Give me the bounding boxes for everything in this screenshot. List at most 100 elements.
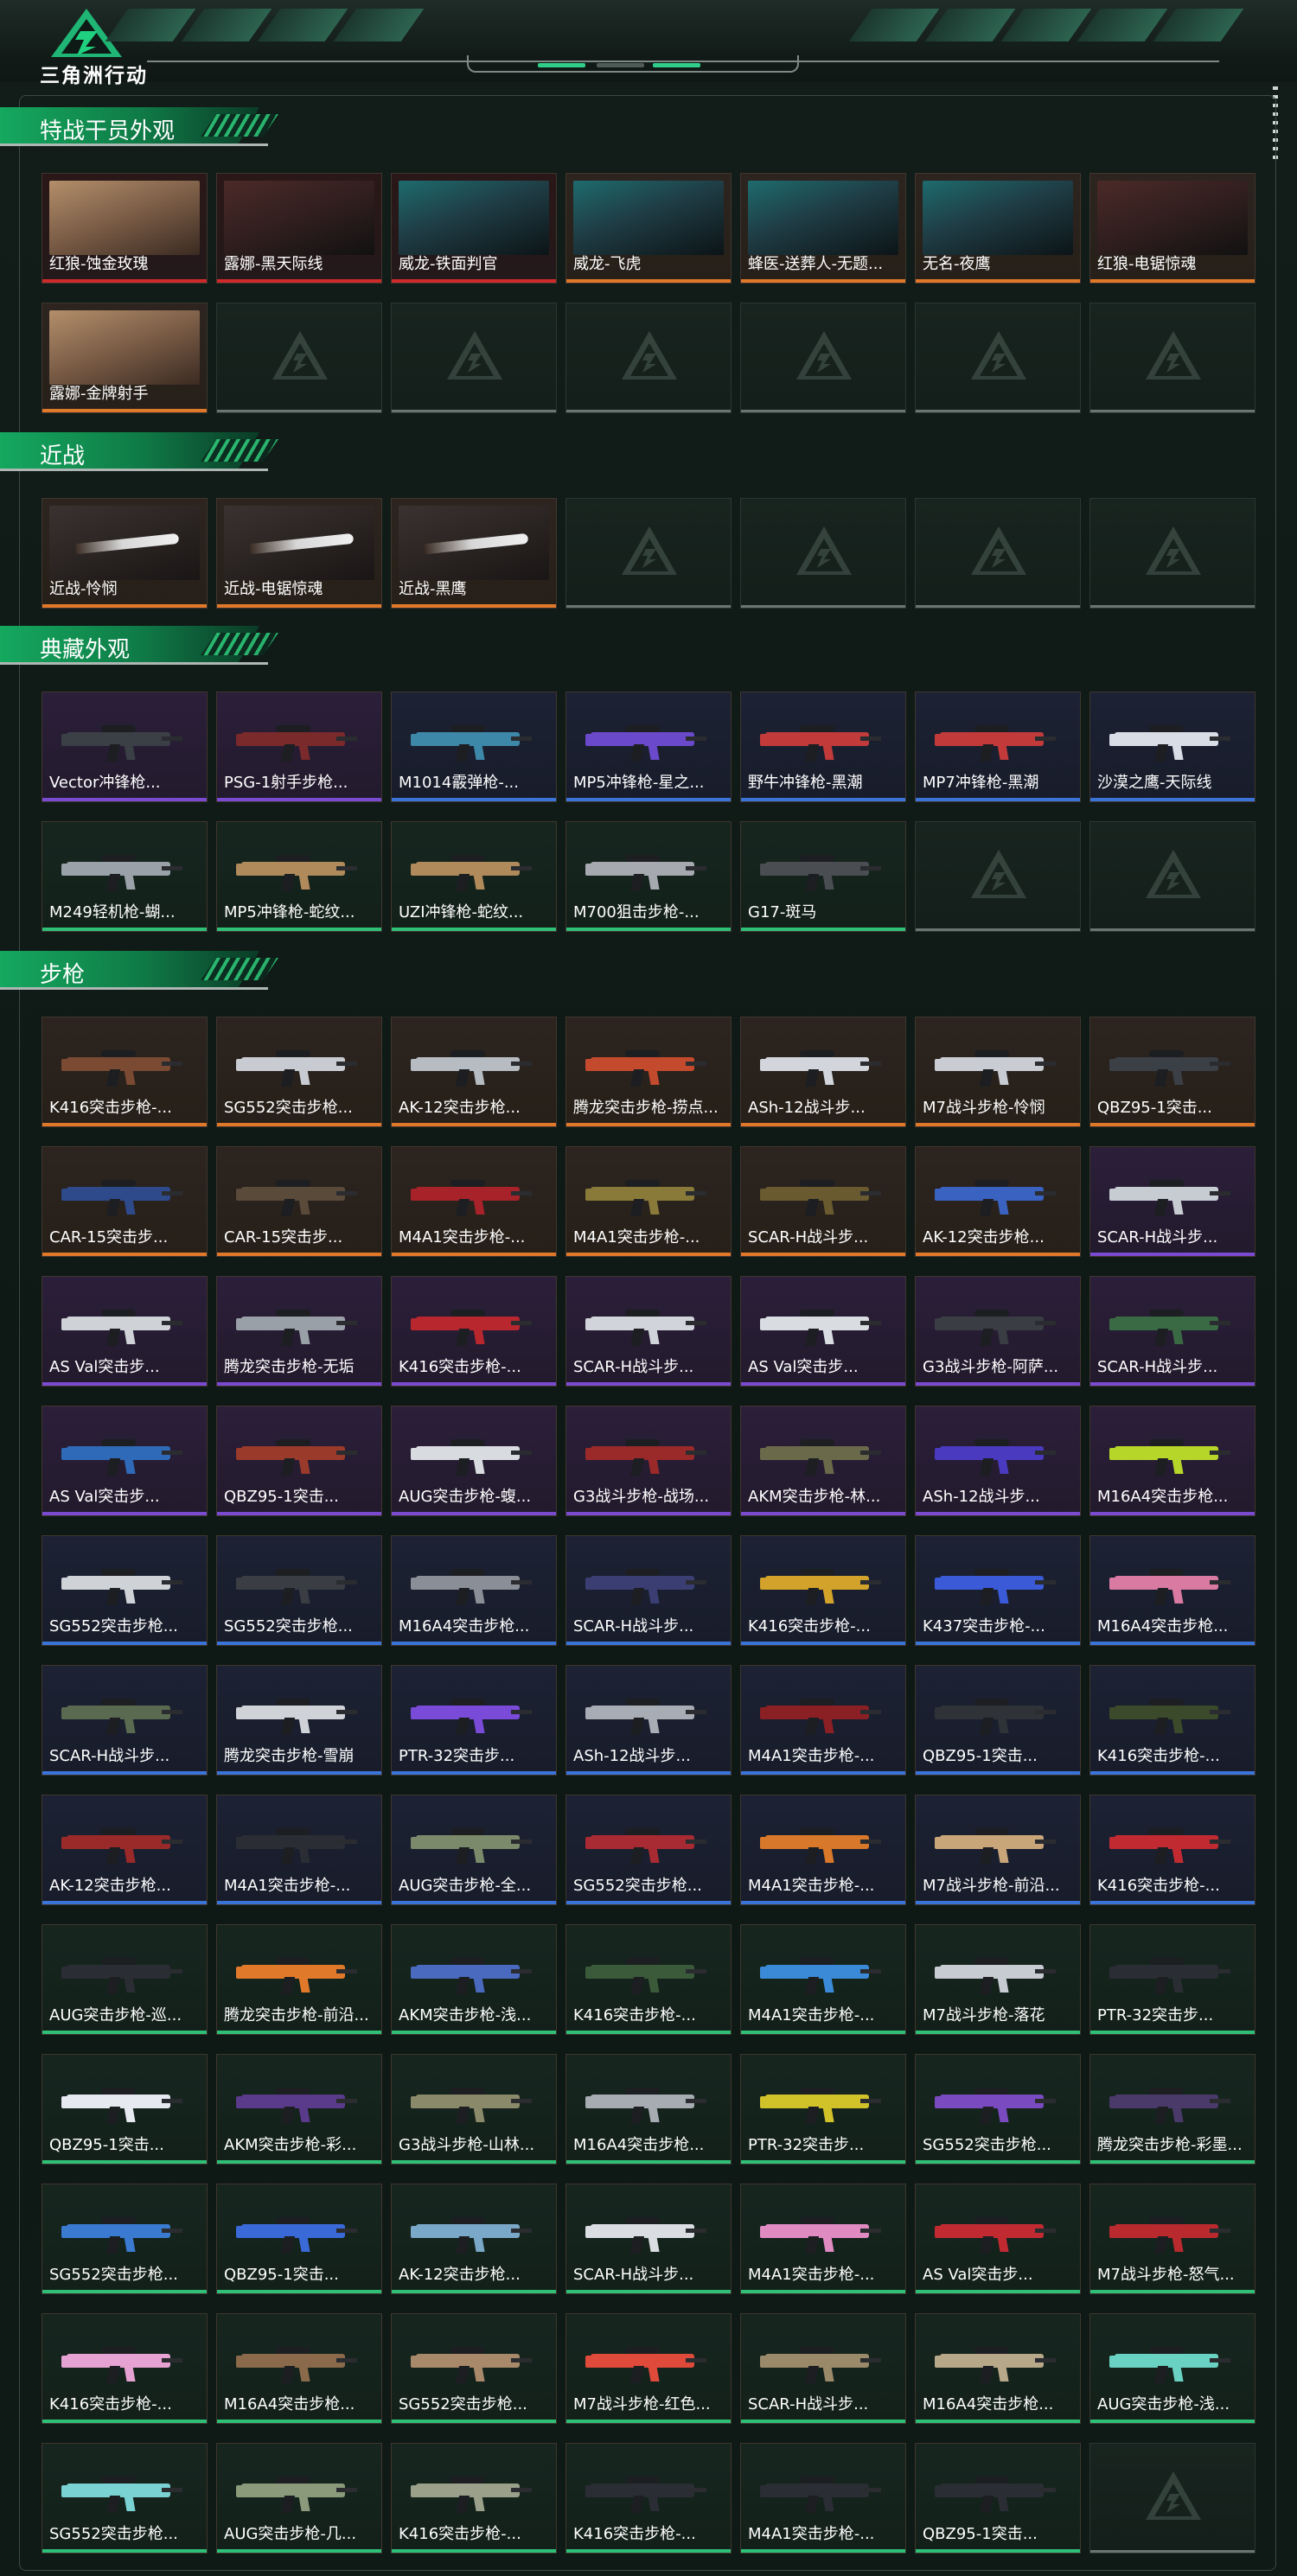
weapon-skin-card[interactable]: M16A4突击步枪... xyxy=(1089,1535,1255,1646)
weapon-skin-card[interactable]: SG552突击步枪... xyxy=(565,1795,732,1905)
weapon-skin-card[interactable]: AS Val突击步... xyxy=(42,1406,208,1516)
weapon-skin-card[interactable]: QBZ95-1突击... xyxy=(216,2184,382,2294)
weapon-skin-card[interactable]: SG552突击步枪... xyxy=(42,2184,208,2294)
weapon-skin-card[interactable]: QBZ95-1突击... xyxy=(42,2054,208,2165)
weapon-skin-card[interactable]: AKM突击步枪-浅... xyxy=(391,1924,557,2035)
weapon-skin-card[interactable]: M7战斗步枪-红色... xyxy=(565,2313,732,2424)
weapon-skin-card[interactable]: M16A4突击步枪... xyxy=(1089,1406,1255,1516)
weapon-skin-card[interactable]: M4A1突击步枪-... xyxy=(740,1924,906,2035)
weapon-skin-card[interactable]: 野牛冲锋枪-黑潮 xyxy=(740,692,906,802)
weapon-skin-card[interactable]: PTR-32突击步... xyxy=(391,1665,557,1776)
weapon-skin-card[interactable]: K416突击步枪-... xyxy=(1089,1795,1255,1905)
weapon-skin-card[interactable]: MP5冲锋枪-蛇纹... xyxy=(216,821,382,932)
weapon-skin-card[interactable]: AK-12突击步枪... xyxy=(391,1017,557,1127)
weapon-skin-card[interactable]: Vector冲锋枪... xyxy=(42,692,208,802)
weapon-skin-card[interactable]: AUG突击步枪-蝮... xyxy=(391,1406,557,1516)
weapon-skin-card[interactable]: M249轻机枪-蝴... xyxy=(42,821,208,932)
weapon-skin-card[interactable]: G3战斗步枪-山林... xyxy=(391,2054,557,2165)
weapon-skin-card[interactable]: PSG-1射手步枪... xyxy=(216,692,382,802)
weapon-skin-card[interactable]: SG552突击步枪... xyxy=(391,2313,557,2424)
weapon-skin-card[interactable]: SCAR-H战斗步... xyxy=(1089,1146,1255,1257)
weapon-skin-card[interactable]: K416突击步枪-... xyxy=(42,2313,208,2424)
weapon-skin-card[interactable]: AK-12突击步枪... xyxy=(915,1146,1081,1257)
operator-skin-card[interactable]: 威龙-铁面判官 xyxy=(391,173,557,284)
melee-skin-card[interactable]: 近战-电锯惊魂 xyxy=(216,498,382,609)
weapon-skin-card[interactable]: AKM突击步枪-林... xyxy=(740,1406,906,1516)
weapon-skin-card[interactable]: 腾龙突击步枪-雪崩 xyxy=(216,1665,382,1776)
weapon-skin-card[interactable]: M16A4突击步枪... xyxy=(565,2054,732,2165)
weapon-skin-card[interactable]: SCAR-H战斗步... xyxy=(565,1276,732,1387)
melee-skin-card[interactable]: 近战-怜悯 xyxy=(42,498,208,609)
weapon-skin-card[interactable]: 腾龙突击步枪-彩墨... xyxy=(1089,2054,1255,2165)
weapon-skin-card[interactable]: M700狙击步枪-... xyxy=(565,821,732,932)
weapon-skin-card[interactable]: AK-12突击步枪... xyxy=(42,1795,208,1905)
weapon-skin-card[interactable]: 腾龙突击步枪-前沿... xyxy=(216,1924,382,2035)
weapon-skin-card[interactable]: SG552突击步枪... xyxy=(216,1535,382,1646)
weapon-skin-card[interactable]: M7战斗步枪-怜悯 xyxy=(915,1017,1081,1127)
weapon-skin-card[interactable]: ASh-12战斗步... xyxy=(740,1017,906,1127)
weapon-skin-card[interactable]: M16A4突击步枪... xyxy=(391,1535,557,1646)
weapon-skin-card[interactable]: K416突击步枪-... xyxy=(565,1924,732,2035)
weapon-skin-card[interactable]: K416突击步枪-... xyxy=(740,1535,906,1646)
weapon-skin-card[interactable]: CAR-15突击步... xyxy=(216,1146,382,1257)
weapon-skin-card[interactable]: M4A1突击步枪-... xyxy=(565,1146,732,1257)
weapon-skin-card[interactable]: M4A1突击步枪-... xyxy=(391,1146,557,1257)
weapon-skin-card[interactable]: K437突击步枪-... xyxy=(915,1535,1081,1646)
weapon-skin-card[interactable]: PTR-32突击步... xyxy=(740,2054,906,2165)
weapon-skin-card[interactable]: G17-斑马 xyxy=(740,821,906,932)
operator-skin-card[interactable]: 露娜-黑天际线 xyxy=(216,173,382,284)
weapon-skin-card[interactable]: SG552突击步枪... xyxy=(216,1017,382,1127)
weapon-skin-card[interactable]: 沙漠之鹰-天际线 xyxy=(1089,692,1255,802)
weapon-skin-card[interactable]: MP5冲锋枪-星之... xyxy=(565,692,732,802)
operator-skin-card[interactable]: 蜂医-送葬人-无题... xyxy=(740,173,906,284)
weapon-skin-card[interactable]: 腾龙突击步枪-无垢 xyxy=(216,1276,382,1387)
weapon-skin-card[interactable]: K416突击步枪-... xyxy=(391,2443,557,2554)
weapon-skin-card[interactable]: SCAR-H战斗步... xyxy=(565,1535,732,1646)
weapon-skin-card[interactable]: PTR-32突击步... xyxy=(1089,1924,1255,2035)
weapon-skin-card[interactable]: SCAR-H战斗步... xyxy=(1089,1276,1255,1387)
weapon-skin-card[interactable]: AUG突击步枪-巡... xyxy=(42,1924,208,2035)
operator-skin-card[interactable]: 无名-夜鹰 xyxy=(915,173,1081,284)
weapon-skin-card[interactable]: SG552突击步枪... xyxy=(915,2054,1081,2165)
weapon-skin-card[interactable]: SG552突击步枪... xyxy=(42,1535,208,1646)
weapon-skin-card[interactable]: SCAR-H战斗步... xyxy=(42,1665,208,1776)
weapon-skin-card[interactable]: M4A1突击步枪-... xyxy=(740,2443,906,2554)
weapon-skin-card[interactable]: AS Val突击步... xyxy=(42,1276,208,1387)
weapon-skin-card[interactable]: K416突击步枪-... xyxy=(1089,1665,1255,1776)
weapon-skin-card[interactable]: AS Val突击步... xyxy=(915,2184,1081,2294)
weapon-skin-card[interactable]: M4A1突击步枪-... xyxy=(740,1665,906,1776)
weapon-skin-card[interactable]: QBZ95-1突击... xyxy=(915,2443,1081,2554)
weapon-skin-card[interactable]: QBZ95-1突击... xyxy=(216,1406,382,1516)
weapon-skin-card[interactable]: AKM突击步枪-彩... xyxy=(216,2054,382,2165)
weapon-skin-card[interactable]: SG552突击步枪... xyxy=(42,2443,208,2554)
weapon-skin-card[interactable]: AUG突击步枪-几... xyxy=(216,2443,382,2554)
weapon-skin-card[interactable]: K416突击步枪-... xyxy=(391,1276,557,1387)
weapon-skin-card[interactable]: M4A1突击步枪-... xyxy=(216,1795,382,1905)
weapon-skin-card[interactable]: G3战斗步枪-阿萨... xyxy=(915,1276,1081,1387)
weapon-skin-card[interactable]: CAR-15突击步... xyxy=(42,1146,208,1257)
weapon-skin-card[interactable]: M7战斗步枪-前沿... xyxy=(915,1795,1081,1905)
weapon-skin-card[interactable]: M4A1突击步枪-... xyxy=(740,2184,906,2294)
weapon-skin-card[interactable]: QBZ95-1突击... xyxy=(1089,1017,1255,1127)
weapon-skin-card[interactable]: M16A4突击步枪... xyxy=(915,2313,1081,2424)
operator-skin-card[interactable]: 露娜-金牌射手 xyxy=(42,303,208,413)
weapon-skin-card[interactable]: MP7冲锋枪-黑潮 xyxy=(915,692,1081,802)
operator-skin-card[interactable]: 威龙-飞虎 xyxy=(565,173,732,284)
weapon-skin-card[interactable]: M4A1突击步枪-... xyxy=(740,1795,906,1905)
weapon-skin-card[interactable]: M7战斗步枪-落花 xyxy=(915,1924,1081,2035)
weapon-skin-card[interactable]: AS Val突击步... xyxy=(740,1276,906,1387)
operator-skin-card[interactable]: 红狼-蚀金玫瑰 xyxy=(42,173,208,284)
weapon-skin-card[interactable]: 腾龙突击步枪-捞点... xyxy=(565,1017,732,1127)
weapon-skin-card[interactable]: K416突击步枪-... xyxy=(565,2443,732,2554)
weapon-skin-card[interactable]: M16A4突击步枪... xyxy=(216,2313,382,2424)
operator-skin-card[interactable]: 红狼-电锯惊魂 xyxy=(1089,173,1255,284)
weapon-skin-card[interactable]: ASh-12战斗步... xyxy=(915,1406,1081,1516)
weapon-skin-card[interactable]: SCAR-H战斗步... xyxy=(740,1146,906,1257)
weapon-skin-card[interactable]: G3战斗步枪-战场... xyxy=(565,1406,732,1516)
melee-skin-card[interactable]: 近战-黑鹰 xyxy=(391,498,557,609)
weapon-skin-card[interactable]: UZI冲锋枪-蛇纹... xyxy=(391,821,557,932)
weapon-skin-card[interactable]: SCAR-H战斗步... xyxy=(740,2313,906,2424)
weapon-skin-card[interactable]: ASh-12战斗步... xyxy=(565,1665,732,1776)
weapon-skin-card[interactable]: SCAR-H战斗步... xyxy=(565,2184,732,2294)
weapon-skin-card[interactable]: AK-12突击步枪... xyxy=(391,2184,557,2294)
